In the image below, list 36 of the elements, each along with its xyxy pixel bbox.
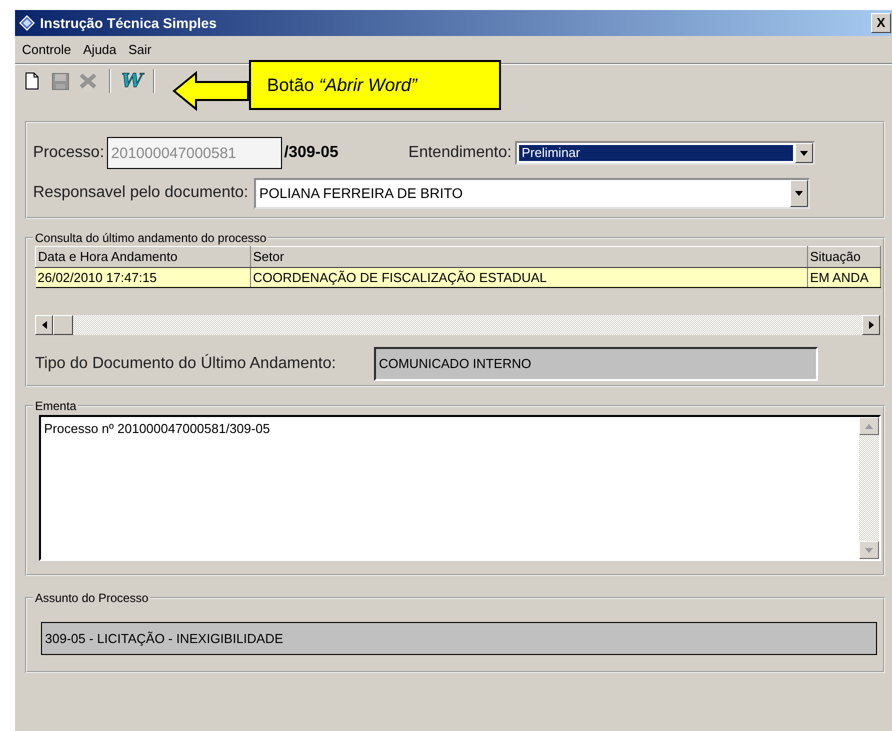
table-cell: COORDENAÇÃO DE FISCALIZAÇÃO ESTADUAL: [250, 267, 808, 288]
scroll-down-icon: [865, 548, 873, 552]
dropdown-field[interactable]: Preliminar: [514, 141, 815, 165]
dropdown-arrow-icon: [800, 150, 808, 156]
text-area[interactable]: Processo nº 201000047000581/309-05: [39, 415, 881, 561]
table-cell: 26/02/2010 17:47:15: [36, 267, 250, 288]
field-label: Responsavel pelo documento:: [33, 183, 248, 203]
cross-icon: [79, 73, 97, 89]
menu-item[interactable]: Sair: [127, 40, 153, 60]
column-header[interactable]: Data e Hora Andamento: [36, 246, 250, 267]
dropdown-arrow-icon: [795, 190, 804, 196]
subject-field: 309-05 - LICITAÇÃO - INEXIGIBILIDADE: [41, 622, 877, 655]
menu-item[interactable]: Controle: [21, 40, 72, 60]
group-title: Consulta do último andamento do processo: [34, 231, 268, 245]
app-icon: [19, 15, 35, 31]
group-title: Assunto do Processo: [34, 591, 150, 605]
column-header[interactable]: Setor: [250, 246, 808, 267]
field-label: Entendimento:: [408, 143, 512, 163]
close-button[interactable]: X: [871, 13, 891, 33]
scroll-left-icon: [42, 321, 46, 329]
column-header[interactable]: Situação: [808, 246, 880, 267]
group-title: Ementa: [34, 399, 78, 413]
menu-item[interactable]: Ajuda: [82, 40, 118, 60]
field-label: Tipo do Documento do Último Andamento:: [35, 353, 336, 374]
scroll-up-icon: [865, 424, 873, 428]
horizontal-scrollbar[interactable]: [35, 315, 880, 335]
dropdown-field[interactable]: POLIANA FERREIRA DE BRITO: [254, 178, 810, 208]
scroll-right-icon: [868, 321, 874, 329]
scroll-thumb[interactable]: [53, 315, 73, 335]
window-title: Instrução Técnica Simples: [40, 14, 217, 33]
table-cell: EM ANDA: [808, 267, 880, 288]
new-document-icon: [25, 72, 39, 90]
callout-note: Botão “Abrir Word”: [267, 74, 418, 96]
field-label: Processo:: [33, 143, 104, 163]
document-type-field: COMUNICADO INTERNO: [374, 347, 818, 381]
process-suffix: /309-05: [284, 143, 338, 163]
